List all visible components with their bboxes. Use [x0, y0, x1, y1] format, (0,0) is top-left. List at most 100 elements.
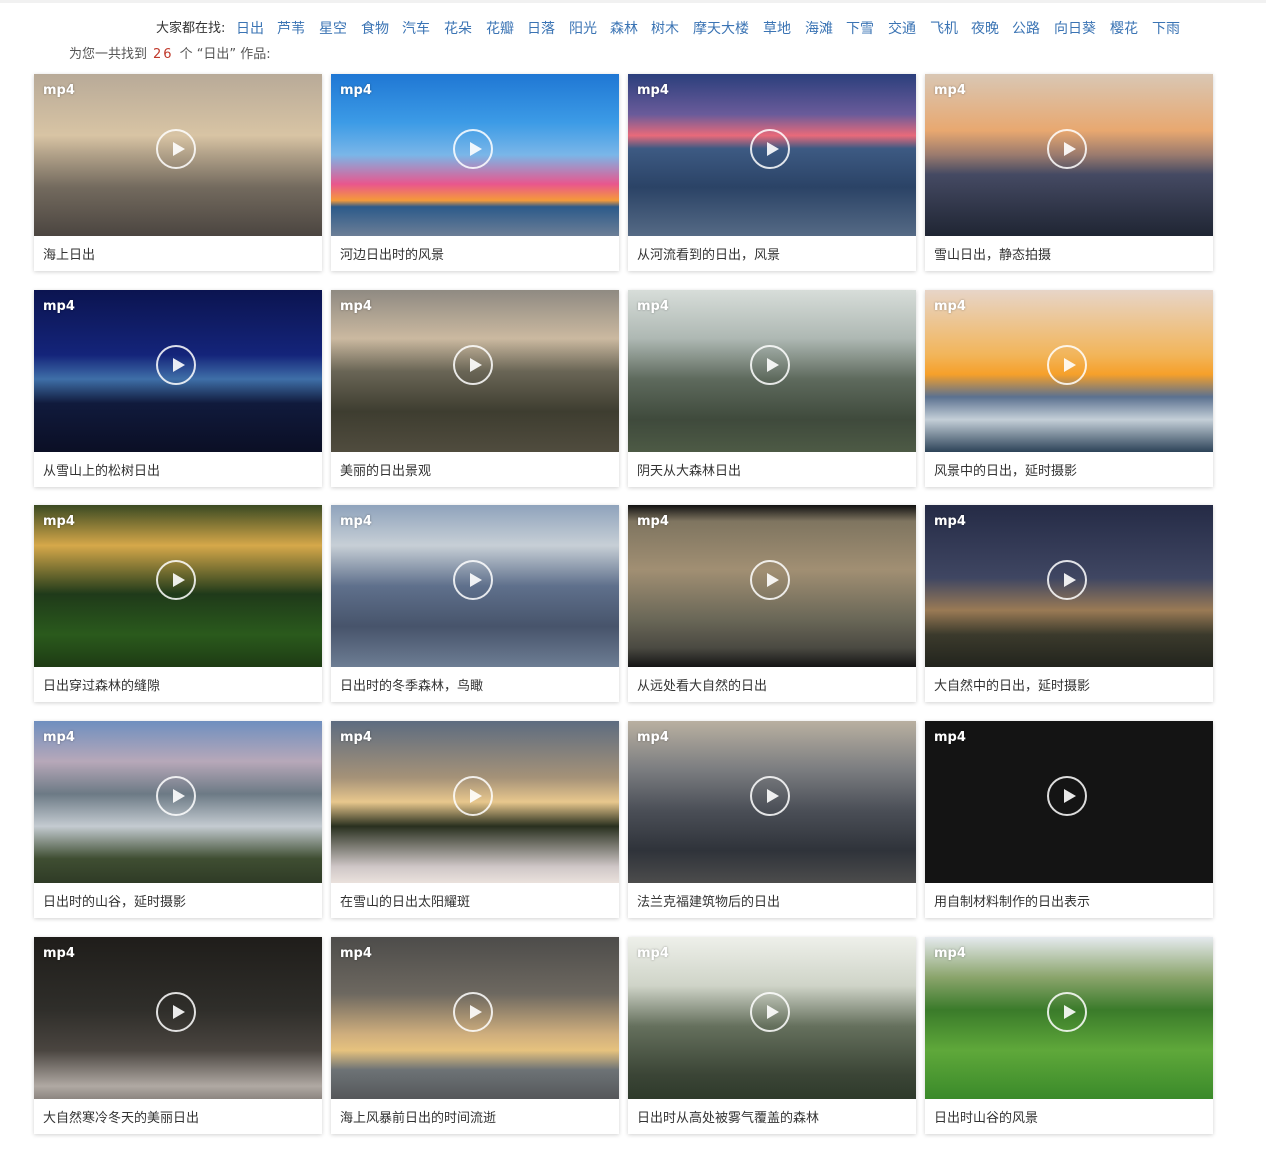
- video-title[interactable]: 河边日出时的风景: [340, 244, 444, 263]
- video-title[interactable]: 雪山日出，静态拍摄: [934, 244, 1051, 263]
- video-card[interactable]: mp4 从雪山上的松树日出: [34, 290, 322, 487]
- tag-link[interactable]: 花朵: [444, 18, 472, 40]
- tag-link[interactable]: 公路: [1012, 18, 1040, 40]
- video-card[interactable]: mp4 日出时山谷的风景: [925, 937, 1213, 1134]
- video-thumbnail[interactable]: mp4: [34, 505, 322, 667]
- video-title[interactable]: 日出时山谷的风景: [934, 1107, 1038, 1126]
- video-title[interactable]: 日出时的冬季森林，鸟瞰: [340, 675, 483, 694]
- video-title[interactable]: 大自然中的日出，延时摄影: [934, 675, 1090, 694]
- play-icon[interactable]: [453, 560, 493, 600]
- video-card[interactable]: mp4 从河流看到的日出，风景: [628, 74, 916, 271]
- play-icon[interactable]: [156, 345, 196, 385]
- video-card[interactable]: mp4 海上风暴前日出的时间流逝: [331, 937, 619, 1134]
- video-thumbnail[interactable]: mp4: [34, 74, 322, 236]
- play-icon[interactable]: [453, 992, 493, 1032]
- tag-link[interactable]: 下雪: [846, 18, 874, 40]
- tag-link[interactable]: 樱花: [1110, 18, 1138, 40]
- play-icon[interactable]: [1047, 560, 1087, 600]
- video-title[interactable]: 日出时的山谷，延时摄影: [43, 891, 186, 910]
- video-thumbnail[interactable]: mp4: [331, 74, 619, 236]
- video-card[interactable]: mp4 风景中的日出，延时摄影: [925, 290, 1213, 487]
- play-icon[interactable]: [156, 129, 196, 169]
- video-card[interactable]: mp4 美丽的日出景观: [331, 290, 619, 487]
- tag-link[interactable]: 交通: [888, 18, 916, 40]
- video-card[interactable]: mp4 日出时从高处被雾气覆盖的森林: [628, 937, 916, 1134]
- video-card[interactable]: mp4 日出时的山谷，延时摄影: [34, 721, 322, 918]
- video-card[interactable]: mp4 用自制材料制作的日出表示: [925, 721, 1213, 918]
- video-title[interactable]: 从远处看大自然的日出: [637, 675, 767, 694]
- play-icon[interactable]: [1047, 345, 1087, 385]
- play-icon[interactable]: [1047, 776, 1087, 816]
- tag-link[interactable]: 芦苇: [277, 18, 305, 40]
- video-thumbnail[interactable]: mp4: [331, 290, 619, 452]
- tag-link[interactable]: 日出: [236, 18, 264, 40]
- video-title[interactable]: 美丽的日出景观: [340, 460, 431, 479]
- video-thumbnail[interactable]: mp4: [925, 74, 1213, 236]
- video-thumbnail[interactable]: mp4: [628, 290, 916, 452]
- video-thumbnail[interactable]: mp4: [628, 505, 916, 667]
- video-thumbnail[interactable]: mp4: [925, 937, 1213, 1099]
- tag-link[interactable]: 日落: [527, 18, 555, 40]
- tag-link[interactable]: 星空: [319, 18, 347, 40]
- video-thumbnail[interactable]: mp4: [925, 721, 1213, 883]
- video-title[interactable]: 阴天从大森林日出: [637, 460, 741, 479]
- tag-link[interactable]: 草地: [763, 18, 791, 40]
- play-icon[interactable]: [156, 560, 196, 600]
- video-thumbnail[interactable]: mp4: [925, 290, 1213, 452]
- video-thumbnail[interactable]: mp4: [34, 721, 322, 883]
- tag-link[interactable]: 树木: [651, 18, 679, 40]
- video-title[interactable]: 海上风暴前日出的时间流逝: [340, 1107, 496, 1126]
- tag-link[interactable]: 海滩: [805, 18, 833, 40]
- video-title[interactable]: 从河流看到的日出，风景: [637, 244, 780, 263]
- video-thumbnail[interactable]: mp4: [628, 74, 916, 236]
- video-card[interactable]: mp4 阴天从大森林日出: [628, 290, 916, 487]
- video-title[interactable]: 风景中的日出，延时摄影: [934, 460, 1077, 479]
- tag-link[interactable]: 摩天大楼: [693, 18, 749, 40]
- play-icon[interactable]: [750, 345, 790, 385]
- tag-link[interactable]: 夜晚: [971, 18, 999, 40]
- video-thumbnail[interactable]: mp4: [34, 290, 322, 452]
- tag-link[interactable]: 阳光: [569, 18, 597, 40]
- play-icon[interactable]: [453, 129, 493, 169]
- video-thumbnail[interactable]: mp4: [34, 937, 322, 1099]
- video-card[interactable]: mp4 在雪山的日出太阳耀斑: [331, 721, 619, 918]
- play-icon[interactable]: [750, 992, 790, 1032]
- video-card[interactable]: mp4 河边日出时的风景: [331, 74, 619, 271]
- video-card[interactable]: mp4 从远处看大自然的日出: [628, 505, 916, 702]
- play-icon[interactable]: [453, 345, 493, 385]
- video-thumbnail[interactable]: mp4: [331, 505, 619, 667]
- play-icon[interactable]: [750, 560, 790, 600]
- video-title[interactable]: 法兰克福建筑物后的日出: [637, 891, 780, 910]
- tag-link[interactable]: 食物: [361, 18, 389, 40]
- video-title[interactable]: 从雪山上的松树日出: [43, 460, 160, 479]
- video-thumbnail[interactable]: mp4: [628, 937, 916, 1099]
- video-card[interactable]: mp4 雪山日出，静态拍摄: [925, 74, 1213, 271]
- video-thumbnail[interactable]: mp4: [628, 721, 916, 883]
- tag-link[interactable]: 花瓣: [486, 18, 514, 40]
- play-icon[interactable]: [750, 776, 790, 816]
- play-icon[interactable]: [1047, 129, 1087, 169]
- video-card[interactable]: mp4 海上日出: [34, 74, 322, 271]
- video-thumbnail[interactable]: mp4: [925, 505, 1213, 667]
- video-thumbnail[interactable]: mp4: [331, 721, 619, 883]
- tag-link[interactable]: 飞机: [930, 18, 958, 40]
- video-title[interactable]: 用自制材料制作的日出表示: [934, 891, 1090, 910]
- video-title[interactable]: 海上日出: [43, 244, 95, 263]
- play-icon[interactable]: [156, 776, 196, 816]
- video-thumbnail[interactable]: mp4: [331, 937, 619, 1099]
- video-card[interactable]: mp4 大自然寒冷冬天的美丽日出: [34, 937, 322, 1134]
- video-title[interactable]: 在雪山的日出太阳耀斑: [340, 891, 470, 910]
- play-icon[interactable]: [156, 992, 196, 1032]
- tag-link[interactable]: 下雨: [1152, 18, 1180, 40]
- video-title[interactable]: 大自然寒冷冬天的美丽日出: [43, 1107, 199, 1126]
- play-icon[interactable]: [750, 129, 790, 169]
- video-title[interactable]: 日出时从高处被雾气覆盖的森林: [637, 1107, 819, 1126]
- play-icon[interactable]: [1047, 992, 1087, 1032]
- play-icon[interactable]: [453, 776, 493, 816]
- video-card[interactable]: mp4 日出穿过森林的缝隙: [34, 505, 322, 702]
- video-card[interactable]: mp4 日出时的冬季森林，鸟瞰: [331, 505, 619, 702]
- tag-link[interactable]: 向日葵: [1054, 18, 1096, 40]
- tag-link[interactable]: 森林: [610, 18, 638, 40]
- video-title[interactable]: 日出穿过森林的缝隙: [43, 675, 160, 694]
- video-card[interactable]: mp4 法兰克福建筑物后的日出: [628, 721, 916, 918]
